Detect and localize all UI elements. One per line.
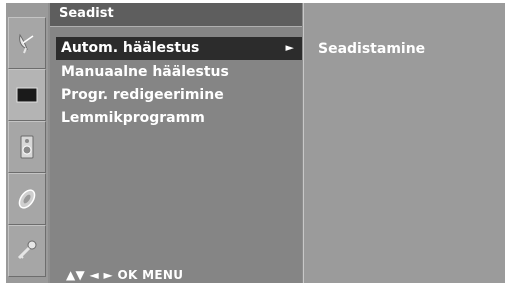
submenu-arrow-icon: ►	[285, 41, 294, 54]
navigation-hint: ▲▼ ◄ ► OK MENU	[66, 268, 184, 282]
submenu-panel: Seadistamine	[303, 3, 505, 283]
menu-item-auto-tuning[interactable]: Autom. häälestus ►	[56, 37, 302, 60]
menu-item-label: Lemmikprogramm	[61, 110, 205, 126]
disc-icon	[18, 189, 36, 209]
category-option[interactable]	[8, 225, 46, 277]
category-setup[interactable]	[8, 17, 46, 69]
menu-item-label: Manuaalne häälestus	[61, 64, 229, 80]
satellite-dish-icon	[19, 33, 34, 54]
category-picture[interactable]	[8, 69, 46, 121]
menu-item-favourite-program[interactable]: Lemmikprogramm	[56, 107, 302, 130]
tv-osd-menu: Seadist Autom. häälestus ► Manuaalne hää…	[6, 3, 505, 283]
category-time[interactable]	[8, 173, 46, 225]
setup-menu-panel: Seadist Autom. häälestus ► Manuaalne hää…	[50, 3, 302, 283]
menu-item-program-edit[interactable]: Progr. redigeerimine	[56, 84, 302, 107]
menu-item-label: Progr. redigeerimine	[61, 87, 224, 103]
menu-item-label: Autom. häälestus	[61, 40, 200, 56]
screen-icon	[16, 87, 38, 103]
submenu-item-setup[interactable]: Seadistamine	[318, 41, 425, 57]
menu-item-manual-tuning[interactable]: Manuaalne häälestus	[56, 61, 302, 84]
key-icon	[17, 240, 37, 260]
speaker-icon	[20, 135, 34, 159]
menu-title: Seadist	[50, 3, 302, 27]
category-audio[interactable]	[8, 121, 46, 173]
category-icon-column	[6, 3, 48, 283]
